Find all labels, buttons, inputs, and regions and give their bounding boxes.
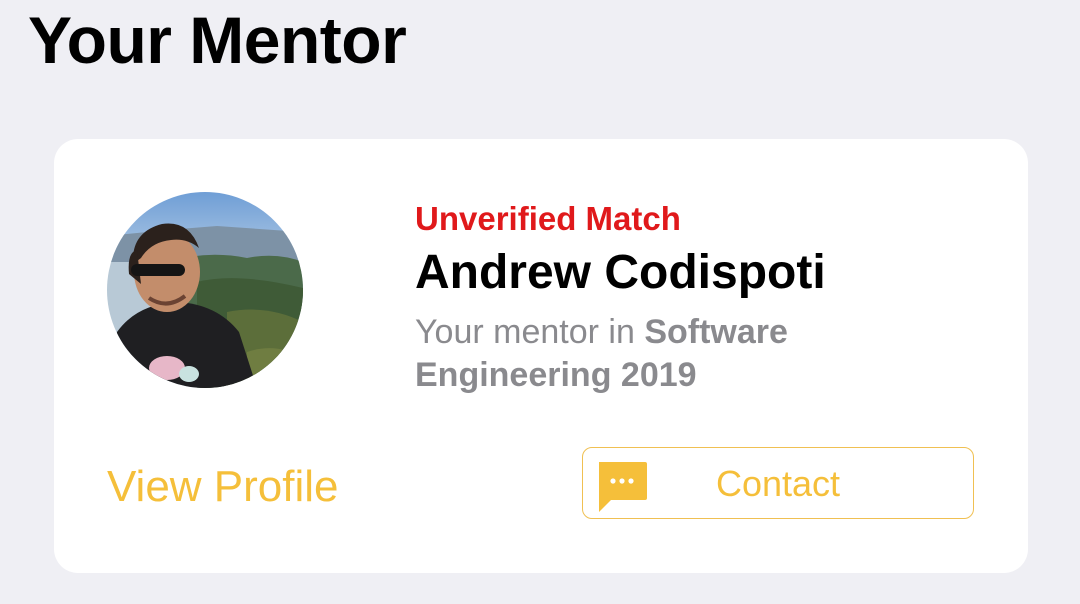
mentor-card: Unverified Match Andrew Codispoti Your m… xyxy=(54,139,1028,573)
view-profile-button[interactable]: View Profile xyxy=(107,461,339,513)
mentor-avatar[interactable] xyxy=(107,192,303,388)
mentor-description: Your mentor in Software Engineering 2019 xyxy=(415,311,855,397)
match-status-label: Unverified Match xyxy=(415,200,681,237)
mentor-info: Unverified Match Andrew Codispoti Your m… xyxy=(415,199,975,397)
mentor-screen: Your Mentor Unverified Match Andrew Codi… xyxy=(0,0,1080,604)
mentor-description-prefix: Your mentor in xyxy=(415,313,635,351)
avatar-photo xyxy=(107,192,303,388)
mentor-name: Andrew Codispoti xyxy=(415,246,826,299)
contact-button-label: Contact xyxy=(715,463,841,504)
contact-button[interactable]: Contact xyxy=(582,447,974,519)
page-title: Your Mentor xyxy=(28,3,407,77)
